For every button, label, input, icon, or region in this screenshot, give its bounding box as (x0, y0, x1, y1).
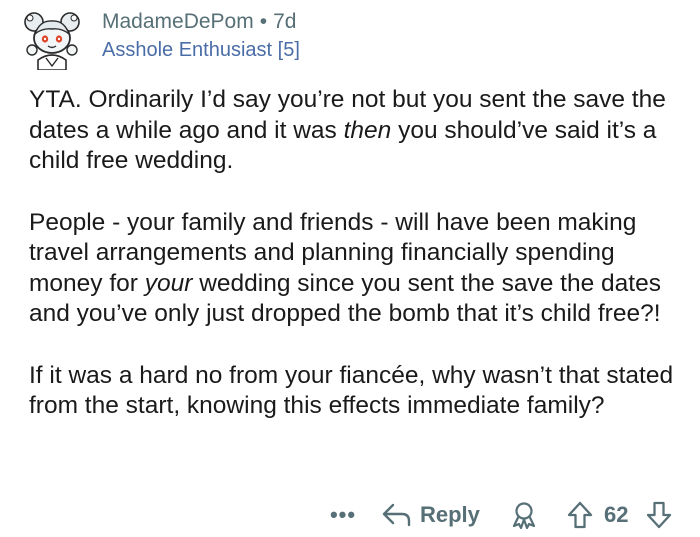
comment: MadameDePom • 7d Asshole Enthusiast [5] YT… (0, 0, 700, 537)
comment-paragraph-3: If it was a hard no from your fiancée, w… (29, 361, 689, 422)
username-row: MadameDePom • 7d (102, 8, 300, 36)
meta-separator: • (259, 10, 268, 33)
downvote-button[interactable] (645, 497, 673, 533)
comment-paragraph-1: YTA. Ordinarily I’d say you’re not but y… (29, 85, 689, 177)
emphasis-text: then (343, 116, 392, 144)
upvote-arrow-icon (567, 501, 593, 529)
comment-header: MadameDePom • 7d Asshole Enthusiast [5] (102, 8, 300, 64)
vote-score: 62 (604, 502, 629, 527)
more-options-button[interactable]: ••• (328, 497, 358, 533)
emphasis-text: your (144, 269, 193, 297)
username-link[interactable]: MadameDePom (102, 10, 254, 33)
user-avatar[interactable] (20, 6, 84, 70)
user-flair: Asshole Enthusiast [5] (102, 39, 300, 61)
more-options-icon: ••• (329, 502, 357, 527)
upvote-button[interactable] (566, 497, 594, 533)
comment-body: YTA. Ordinarily I’d say you’re not but y… (29, 85, 689, 453)
reply-button[interactable]: Reply (382, 497, 480, 533)
reply-arrow-icon (382, 503, 411, 527)
reply-label: Reply (420, 502, 480, 527)
downvote-arrow-icon (646, 501, 672, 529)
award-button[interactable] (510, 497, 538, 533)
comment-paragraph-2: People - your family and friends - will … (29, 208, 689, 330)
timestamp: 7d (273, 10, 297, 33)
comment-action-bar: ••• Reply 62 (0, 497, 700, 533)
award-icon (512, 502, 536, 529)
snoo-avatar-icon (24, 12, 80, 70)
paragraph-text: If it was a hard no from your fiancée, w… (29, 361, 674, 420)
